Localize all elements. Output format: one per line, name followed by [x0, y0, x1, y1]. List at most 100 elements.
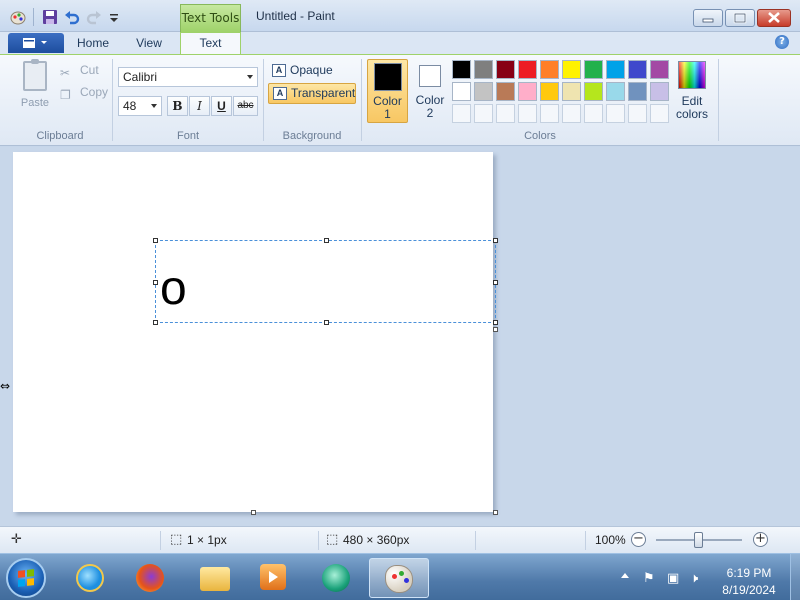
resize-handle[interactable] — [153, 280, 158, 285]
palette-swatch[interactable] — [496, 82, 515, 101]
palette-swatch[interactable] — [452, 82, 471, 101]
canvas-workspace[interactable]: ⇔ o — [0, 147, 800, 526]
palette-custom-slot[interactable] — [584, 104, 603, 123]
color1-swatch — [373, 63, 402, 91]
resize-handle[interactable] — [493, 280, 498, 285]
maximize-button[interactable] — [725, 9, 755, 27]
opaque-button[interactable]: A Opaque — [268, 61, 356, 82]
palette-swatch[interactable] — [474, 60, 493, 79]
resize-handle[interactable] — [324, 320, 329, 325]
color2-button[interactable]: Color 2 — [411, 59, 449, 123]
palette-swatch[interactable] — [628, 82, 647, 101]
palette-custom-slot[interactable] — [606, 104, 625, 123]
palette-swatch[interactable] — [584, 82, 603, 101]
palette-custom-slot[interactable] — [562, 104, 581, 123]
taskbar-paint[interactable] — [369, 558, 429, 598]
italic-button[interactable]: I — [189, 96, 210, 116]
bold-button[interactable]: B — [167, 96, 188, 116]
palette-custom-slot[interactable] — [650, 104, 669, 123]
palette-swatch[interactable] — [452, 60, 471, 79]
canvas-resize-handle[interactable] — [493, 510, 498, 515]
paint-menu-button[interactable] — [8, 33, 64, 53]
volume-muted-icon[interactable]: 🕨 — [690, 571, 698, 586]
customize-quick-access-icon[interactable] — [108, 9, 124, 25]
tab-home[interactable]: Home — [66, 34, 120, 54]
resize-cursor-icon: ⇔ — [0, 379, 11, 393]
font-family-value: Calibri — [123, 70, 158, 84]
resize-handle[interactable] — [324, 238, 329, 243]
canvas-resize-handle[interactable] — [251, 510, 256, 515]
palette-swatch[interactable] — [540, 60, 559, 79]
help-icon[interactable]: ? — [775, 35, 789, 49]
palette-swatch[interactable] — [606, 82, 625, 101]
resize-handle[interactable] — [153, 320, 158, 325]
status-bar: ✛ ⬚ 1 × 1px ⬚ 480 × 360px 100% − + — [0, 526, 800, 553]
taskbar-firefox[interactable] — [124, 558, 176, 598]
taskbar-app[interactable] — [310, 558, 362, 598]
tab-view[interactable]: View — [122, 34, 176, 54]
strikethrough-button[interactable]: abc — [233, 96, 258, 116]
clock-time[interactable]: 6:19 PM — [712, 566, 786, 580]
show-hidden-icons-icon[interactable] — [621, 573, 629, 578]
minimize-button[interactable] — [693, 9, 723, 27]
palette-swatch[interactable] — [650, 60, 669, 79]
palette-swatch[interactable] — [628, 60, 647, 79]
taskbar-internet-explorer[interactable] — [64, 558, 116, 598]
undo-icon[interactable] — [64, 9, 80, 25]
clock-date[interactable]: 8/19/2024 — [712, 583, 786, 597]
palette-swatch[interactable] — [562, 82, 581, 101]
palette-custom-slot[interactable] — [496, 104, 515, 123]
show-desktop-button[interactable] — [790, 554, 800, 600]
palette-custom-slot[interactable] — [540, 104, 559, 123]
palette-swatch[interactable] — [518, 60, 537, 79]
font-family-select[interactable]: Calibri — [118, 67, 258, 87]
zoom-in-button[interactable]: + — [753, 532, 768, 547]
paste-label: Paste — [20, 97, 50, 109]
close-icon — [768, 12, 780, 23]
resize-handle[interactable] — [493, 238, 498, 243]
action-center-flag-icon[interactable]: ⚑ — [643, 571, 655, 586]
text-box[interactable]: o — [153, 238, 498, 325]
group-separator — [112, 59, 113, 141]
palette-custom-slot[interactable] — [452, 104, 471, 123]
taskbar-file-explorer[interactable] — [188, 558, 240, 598]
font-size-select[interactable]: 48 — [118, 96, 162, 116]
palette-swatch[interactable] — [584, 60, 603, 79]
paint-icon — [385, 565, 413, 593]
palette-custom-slot[interactable] — [628, 104, 647, 123]
color2-swatch — [419, 65, 441, 87]
network-icon[interactable]: ▣ — [667, 571, 679, 586]
close-button[interactable] — [757, 9, 791, 27]
paste-button[interactable]: Paste — [16, 59, 54, 113]
zoom-out-button[interactable]: − — [631, 532, 646, 547]
resize-handle[interactable] — [153, 238, 158, 243]
copy-button[interactable]: ❐ Copy — [60, 83, 108, 102]
drawing-canvas[interactable]: o — [13, 152, 498, 512]
start-button[interactable] — [6, 558, 46, 598]
palette-swatch[interactable] — [606, 60, 625, 79]
palette-swatch[interactable] — [474, 82, 493, 101]
palette-custom-slot[interactable] — [518, 104, 537, 123]
palette-swatch[interactable] — [650, 82, 669, 101]
palette-swatch[interactable] — [562, 60, 581, 79]
window-title: Untitled - Paint — [256, 9, 335, 23]
underline-button[interactable]: U — [211, 96, 232, 116]
color1-button[interactable]: Color 1 — [367, 59, 408, 123]
transparent-button[interactable]: A Transparent — [268, 83, 356, 104]
zoom-slider-thumb[interactable] — [694, 532, 703, 548]
canvas-resize-handle[interactable] — [493, 327, 498, 332]
tab-text[interactable]: Text — [180, 32, 241, 55]
palette-swatch[interactable] — [540, 82, 559, 101]
taskbar-media-player[interactable] — [248, 558, 300, 598]
paint-app-icon[interactable] — [10, 9, 26, 25]
resize-handle[interactable] — [493, 320, 498, 325]
opaque-icon: A — [272, 64, 286, 77]
save-icon[interactable] — [42, 9, 58, 25]
edit-colors-button[interactable]: Edit colors — [672, 61, 712, 125]
selection-size-icon: ⬚ — [170, 532, 183, 547]
cut-button[interactable]: ✂ Cut — [60, 61, 99, 80]
palette-custom-slot[interactable] — [474, 104, 493, 123]
palette-swatch[interactable] — [518, 82, 537, 101]
text-box-content[interactable]: o — [160, 265, 187, 313]
palette-swatch[interactable] — [496, 60, 515, 79]
